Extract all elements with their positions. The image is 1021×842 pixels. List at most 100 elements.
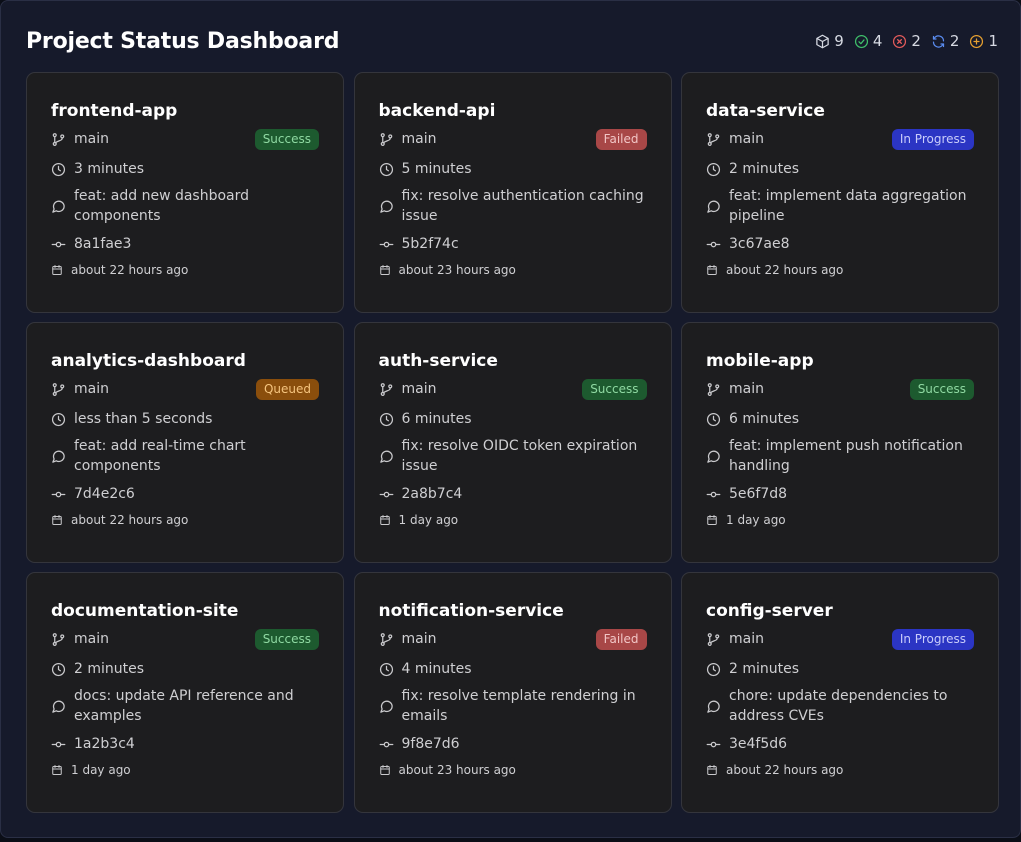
project-card[interactable]: backend-api main Failed 5 minutes fix: r… (353, 72, 672, 313)
branch-row: main Success (379, 378, 647, 400)
build-duration: 2 minutes (74, 661, 145, 677)
stat-inprogress: 2 (931, 32, 960, 50)
commit-hash[interactable]: 9f8e7d6 (402, 736, 460, 752)
timestamp-row: 1 day ago (51, 760, 319, 780)
build-timestamp: about 22 hours ago (726, 763, 844, 777)
project-card[interactable]: documentation-site main Success 2 minute… (26, 572, 344, 813)
duration-row: 6 minutes (379, 409, 647, 429)
project-card[interactable]: frontend-app main Success 3 minutes feat… (26, 72, 344, 313)
branch-info: main (706, 131, 764, 147)
commit-hash[interactable]: 3e4f5d6 (729, 736, 787, 752)
stat-queued: 1 (969, 32, 998, 50)
branch-name: main (74, 631, 109, 647)
project-name[interactable]: analytics-dashboard (51, 349, 319, 373)
timestamp-row: about 22 hours ago (51, 260, 319, 280)
commit-row: 2a8b7c4 (379, 484, 647, 504)
git-branch-icon (52, 382, 65, 396)
commit-hash[interactable]: 5e6f7d8 (729, 486, 787, 502)
project-name[interactable]: backend-api (379, 99, 647, 123)
commit-row: 7d4e2c6 (51, 484, 319, 504)
message-row: feat: add real-time chart components (51, 436, 319, 476)
timestamp-row: about 23 hours ago (379, 760, 647, 780)
git-branch-icon (380, 132, 392, 146)
commit-message: feat: implement data aggregation pipelin… (729, 188, 967, 224)
clock-icon (706, 162, 721, 176)
build-duration: 2 minutes (729, 161, 800, 177)
stat-total-value: 9 (834, 32, 844, 50)
project-name[interactable]: frontend-app (51, 99, 319, 123)
commit-message: feat: add real-time chart components (74, 438, 246, 474)
status-badge: Failed (595, 628, 647, 650)
project-card[interactable]: config-server main In Progress 2 minutes… (681, 572, 999, 813)
box-icon (816, 34, 830, 48)
commit-hash[interactable]: 3c67ae8 (729, 236, 790, 252)
branch-info: main (379, 131, 436, 147)
branch-row: main Success (51, 128, 319, 150)
duration-row: 4 minutes (379, 659, 647, 679)
branch-row: main In Progress (706, 128, 974, 150)
branch-row: main Failed (379, 628, 647, 650)
status-badge: Success (254, 128, 319, 150)
timestamp-row: 1 day ago (706, 510, 974, 530)
calendar-icon (52, 515, 62, 525)
stat-inprogress-value: 2 (949, 32, 960, 50)
git-branch-icon (52, 132, 65, 146)
calendar-icon (52, 265, 62, 275)
git-commit-icon (706, 491, 721, 497)
status-summary: 9 4 2 2 1 (815, 32, 998, 50)
message-circle-icon (707, 200, 720, 213)
message-circle-icon (52, 450, 65, 463)
status-badge: Failed (595, 128, 647, 150)
commit-hash[interactable]: 7d4e2c6 (74, 486, 135, 502)
project-name[interactable]: config-server (706, 599, 974, 623)
project-card[interactable]: analytics-dashboard main Queued less tha… (26, 322, 344, 563)
duration-row: 2 minutes (706, 159, 974, 179)
status-badge: In Progress (891, 128, 974, 150)
build-duration: 4 minutes (401, 661, 472, 677)
refresh-icon (932, 34, 945, 48)
project-card[interactable]: auth-service main Success 6 minutes fix:… (353, 322, 672, 563)
project-card[interactable]: notification-service main Failed 4 minut… (353, 572, 672, 813)
clock-icon (51, 162, 66, 176)
build-duration: less than 5 seconds (74, 411, 213, 427)
commit-row: 5b2f74c (379, 234, 647, 254)
git-commit-icon (706, 741, 721, 747)
project-card[interactable]: data-service main In Progress 2 minutes … (681, 72, 999, 313)
branch-row: main Failed (379, 128, 647, 150)
message-row: fix: resolve OIDC token expiration issue (379, 436, 647, 476)
branch-info: main (51, 381, 109, 397)
build-duration: 6 minutes (729, 411, 800, 427)
branch-info: main (706, 381, 764, 397)
clock-icon (379, 662, 393, 676)
calendar-icon (379, 265, 390, 275)
commit-hash[interactable]: 8a1fae3 (74, 236, 131, 252)
plus-circle-icon (970, 34, 984, 48)
timestamp-row: about 23 hours ago (379, 260, 647, 280)
build-timestamp: about 22 hours ago (726, 263, 844, 277)
branch-name: main (74, 381, 109, 397)
branch-name: main (729, 131, 764, 147)
message-row: fix: resolve authentication caching issu… (379, 186, 647, 226)
project-grid: frontend-app main Success 3 minutes feat… (26, 72, 999, 813)
stat-success: 4 (854, 32, 882, 50)
branch-name: main (74, 131, 109, 147)
x-circle-icon (893, 34, 907, 48)
commit-row: 3e4f5d6 (706, 734, 974, 754)
project-name[interactable]: mobile-app (706, 349, 974, 373)
project-name[interactable]: data-service (706, 99, 974, 123)
project-card[interactable]: mobile-app main Success 6 minutes feat: … (681, 322, 999, 563)
project-name[interactable]: auth-service (379, 349, 647, 373)
message-row: feat: add new dashboard components (51, 186, 319, 226)
commit-hash[interactable]: 1a2b3c4 (74, 736, 135, 752)
project-name[interactable]: notification-service (379, 599, 647, 623)
build-timestamp: about 23 hours ago (398, 263, 516, 277)
git-commit-icon (51, 491, 66, 497)
project-name[interactable]: documentation-site (51, 599, 319, 623)
calendar-icon (379, 765, 390, 775)
commit-hash[interactable]: 5b2f74c (402, 236, 459, 252)
branch-name: main (729, 381, 764, 397)
commit-message: feat: add new dashboard components (74, 188, 250, 224)
commit-hash[interactable]: 2a8b7c4 (402, 486, 463, 502)
status-badge: Success (254, 628, 319, 650)
git-commit-icon (379, 491, 393, 497)
